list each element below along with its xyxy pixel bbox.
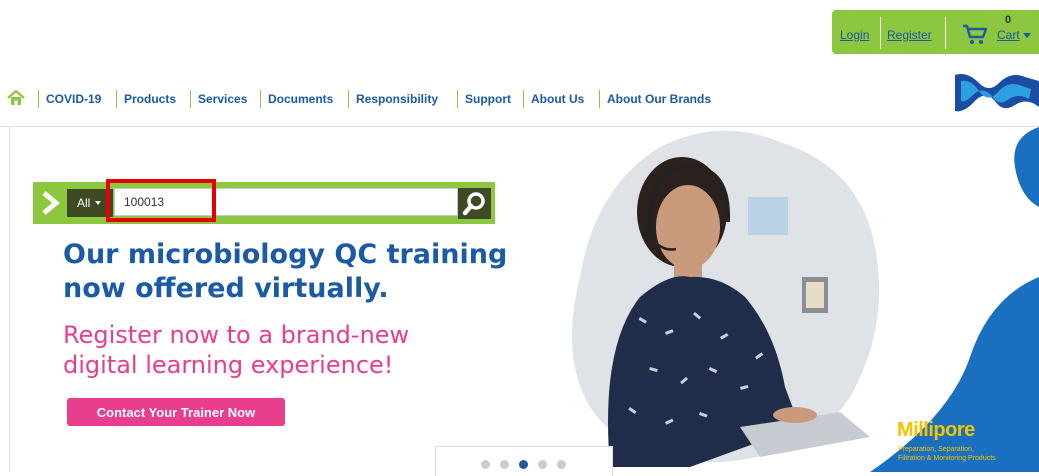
cart-icon[interactable] — [961, 22, 989, 46]
nav-item-documents[interactable]: Documents — [268, 92, 333, 106]
banner-border — [9, 127, 10, 472]
carousel-dot[interactable] — [538, 460, 547, 469]
banner-subline: Register now to a brand-new digital lear… — [63, 320, 583, 380]
search-scope-label: All — [77, 196, 91, 210]
register-link[interactable]: Register — [887, 28, 932, 42]
nav-item-covid-19[interactable]: COVID-19 — [46, 92, 101, 106]
carousel-dot[interactable] — [500, 460, 509, 469]
banner-headline: Our microbiology QC training now offered… — [63, 238, 583, 306]
account-bar: Login Register 0 Cart — [832, 10, 1039, 54]
carousel-dot-active[interactable] — [519, 460, 528, 469]
search-icon — [462, 192, 485, 216]
subline-line: digital learning experience! — [63, 351, 394, 379]
nav-divider — [190, 90, 191, 108]
nav-divider — [116, 90, 117, 108]
millipore-tagline: Preparation, Separation, Filtration & Mo… — [898, 445, 1038, 463]
carousel-dot[interactable] — [481, 460, 490, 469]
login-link[interactable]: Login — [840, 28, 869, 42]
cart-link[interactable]: Cart — [997, 28, 1020, 42]
nav-item-products[interactable]: Products — [124, 92, 176, 106]
nav-item-support[interactable]: Support — [465, 92, 511, 106]
carousel-dot[interactable] — [557, 460, 566, 469]
nav-divider — [599, 90, 600, 108]
millipore-tagline-line: Filtration & Monitoring Products — [898, 455, 996, 462]
nav-divider — [348, 90, 349, 108]
home-icon[interactable] — [7, 90, 25, 106]
brand-logo[interactable] — [955, 67, 1039, 117]
chevron-right-icon[interactable] — [36, 185, 66, 221]
cart-count: 0 — [1005, 14, 1012, 26]
nav-item-services[interactable]: Services — [198, 92, 247, 106]
nav-item-about-our-brands[interactable]: About Our Brands — [607, 92, 711, 106]
nav-divider — [38, 90, 39, 108]
highlight-box — [106, 179, 216, 222]
nav-divider — [260, 90, 261, 108]
millipore-tagline-line: Preparation, Separation, — [898, 446, 974, 453]
subline-line: Register now to a brand-new — [63, 321, 410, 349]
search-button[interactable] — [458, 188, 491, 219]
chevron-down-icon[interactable] — [1023, 33, 1031, 38]
headline-line: Our microbiology QC training — [63, 239, 508, 270]
divider — [945, 17, 946, 49]
nav-divider — [457, 90, 458, 108]
contact-trainer-button[interactable]: Contact Your Trainer Now — [67, 398, 285, 426]
chevron-down-icon — [95, 201, 102, 205]
headline-line: now offered virtually. — [63, 273, 389, 304]
nav-item-about-us[interactable]: About Us — [531, 92, 584, 106]
nav-item-responsibility[interactable]: Responsibility — [356, 92, 438, 106]
millipore-brand: Millipore — [897, 419, 975, 441]
nav-divider — [523, 90, 524, 108]
divider — [880, 17, 881, 49]
